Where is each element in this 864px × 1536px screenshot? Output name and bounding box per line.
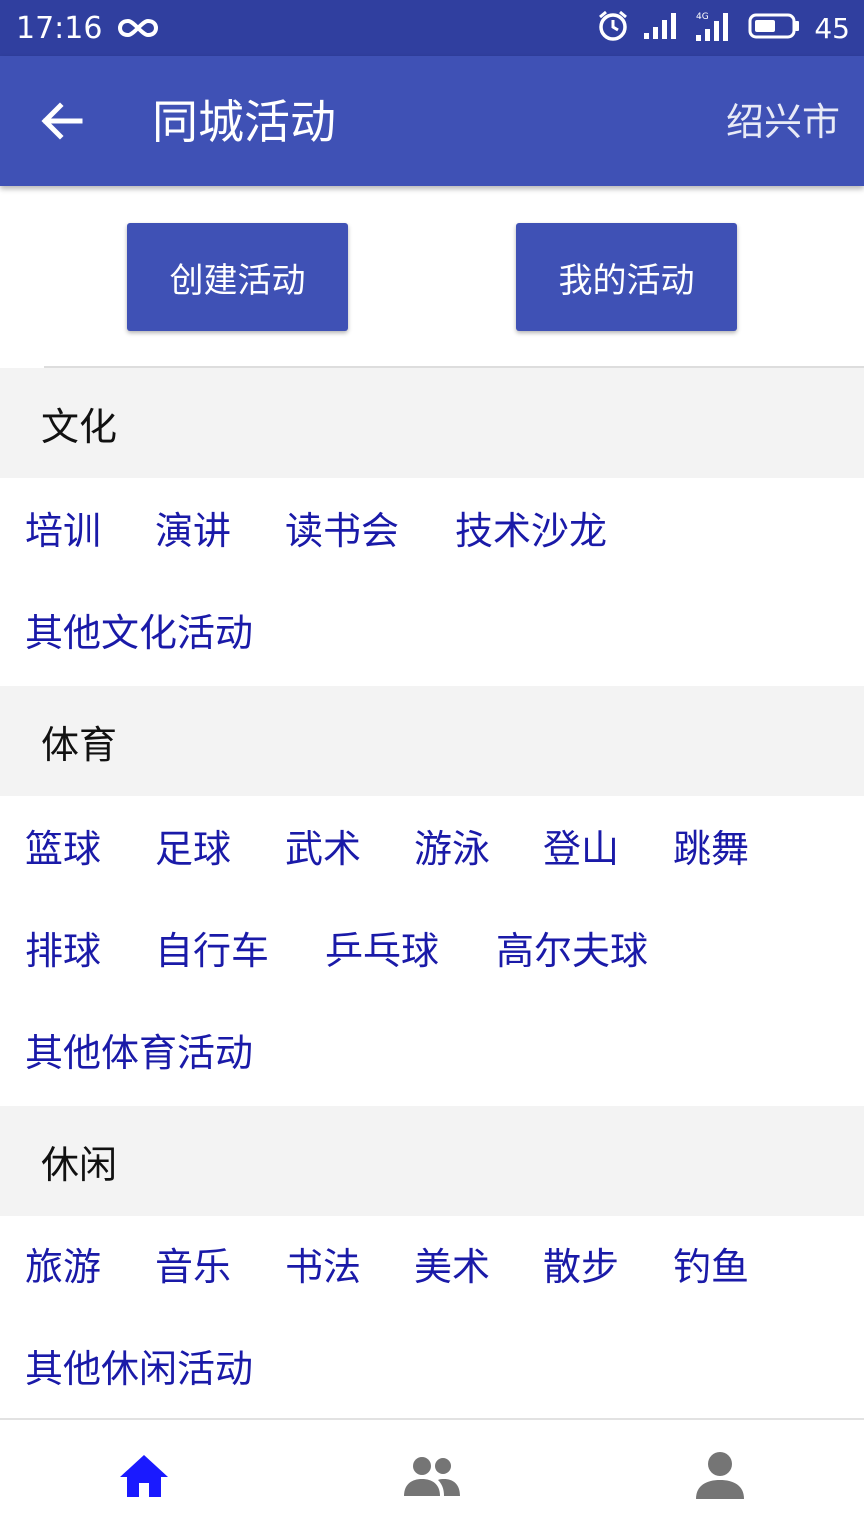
arrow-left-icon: [41, 102, 83, 140]
tag-basketball[interactable]: 篮球: [25, 824, 101, 874]
tag-row: 其他体育活动: [0, 1002, 864, 1104]
tag-martial-arts[interactable]: 武术: [285, 824, 361, 874]
nav-home[interactable]: [108, 1444, 180, 1508]
person-icon: [696, 1452, 744, 1499]
tag-other-culture[interactable]: 其他文化活动: [25, 608, 253, 658]
tag-table-tennis[interactable]: 乒乓球: [325, 926, 439, 976]
battery-icon: [748, 11, 802, 45]
bottom-nav: [0, 1420, 864, 1536]
status-icons: 4G 45: [596, 9, 850, 47]
tag-cycling[interactable]: 自行车: [155, 926, 269, 976]
tag-travel[interactable]: 旅游: [25, 1242, 101, 1292]
status-time: 17:16: [16, 10, 103, 46]
tag-book-club[interactable]: 读书会: [285, 506, 399, 556]
tag-row: 排球 自行车 乒乓球 高尔夫球: [0, 900, 864, 1002]
action-row: 创建活动 我的活动: [0, 186, 864, 366]
tag-music[interactable]: 音乐: [155, 1242, 231, 1292]
tag-volleyball[interactable]: 排球: [25, 926, 101, 976]
home-icon: [120, 1455, 168, 1497]
group-icon: [404, 1457, 460, 1496]
tag-speech[interactable]: 演讲: [155, 506, 231, 556]
city-selector[interactable]: 绍兴市: [726, 96, 840, 148]
svg-text:4G: 4G: [696, 12, 709, 22]
tag-training[interactable]: 培训: [25, 506, 101, 556]
tag-hiking[interactable]: 登山: [543, 824, 619, 874]
tag-fine-art[interactable]: 美术: [414, 1242, 490, 1292]
4g-signal-icon: 4G: [694, 9, 736, 47]
tag-fishing[interactable]: 钓鱼: [673, 1242, 749, 1292]
back-button[interactable]: [30, 89, 94, 153]
tag-football[interactable]: 足球: [155, 824, 231, 874]
section-header-culture: 文化: [0, 368, 864, 478]
create-activity-button[interactable]: 创建活动: [127, 223, 348, 331]
tag-swimming[interactable]: 游泳: [414, 824, 490, 874]
tag-row: 旅游 音乐 书法 美术 散步 钓鱼: [0, 1216, 864, 1318]
tag-dancing[interactable]: 跳舞: [673, 824, 749, 874]
tag-golf[interactable]: 高尔夫球: [496, 926, 648, 976]
tag-row: 培训 演讲 读书会 技术沙龙: [0, 480, 864, 582]
section-header-sports: 体育: [0, 686, 864, 796]
signal-icon: [642, 11, 682, 45]
section-header-leisure: 休闲: [0, 1106, 864, 1216]
app-bar: 同城活动 绍兴市: [0, 56, 864, 186]
tag-walking[interactable]: 散步: [543, 1242, 619, 1292]
nav-friends[interactable]: [396, 1444, 468, 1508]
tag-row: 其他文化活动: [0, 582, 864, 684]
tag-other-sports[interactable]: 其他体育活动: [25, 1028, 253, 1078]
battery-percent: 45: [814, 11, 850, 45]
tag-row: 篮球 足球 武术 游泳 登山 跳舞: [0, 798, 864, 900]
page-title: 同城活动: [152, 95, 336, 149]
status-bar: 17:16 4G 45: [0, 0, 864, 56]
tag-other-leisure[interactable]: 其他休闲活动: [25, 1344, 253, 1394]
tag-row: 其他休闲活动: [0, 1318, 864, 1420]
tag-tech-salon[interactable]: 技术沙龙: [455, 506, 607, 556]
alarm-icon: [596, 9, 630, 47]
infinity-icon: [118, 17, 159, 39]
my-activities-button[interactable]: 我的活动: [516, 223, 737, 331]
nav-profile[interactable]: [684, 1444, 756, 1508]
tag-calligraphy[interactable]: 书法: [285, 1242, 361, 1292]
